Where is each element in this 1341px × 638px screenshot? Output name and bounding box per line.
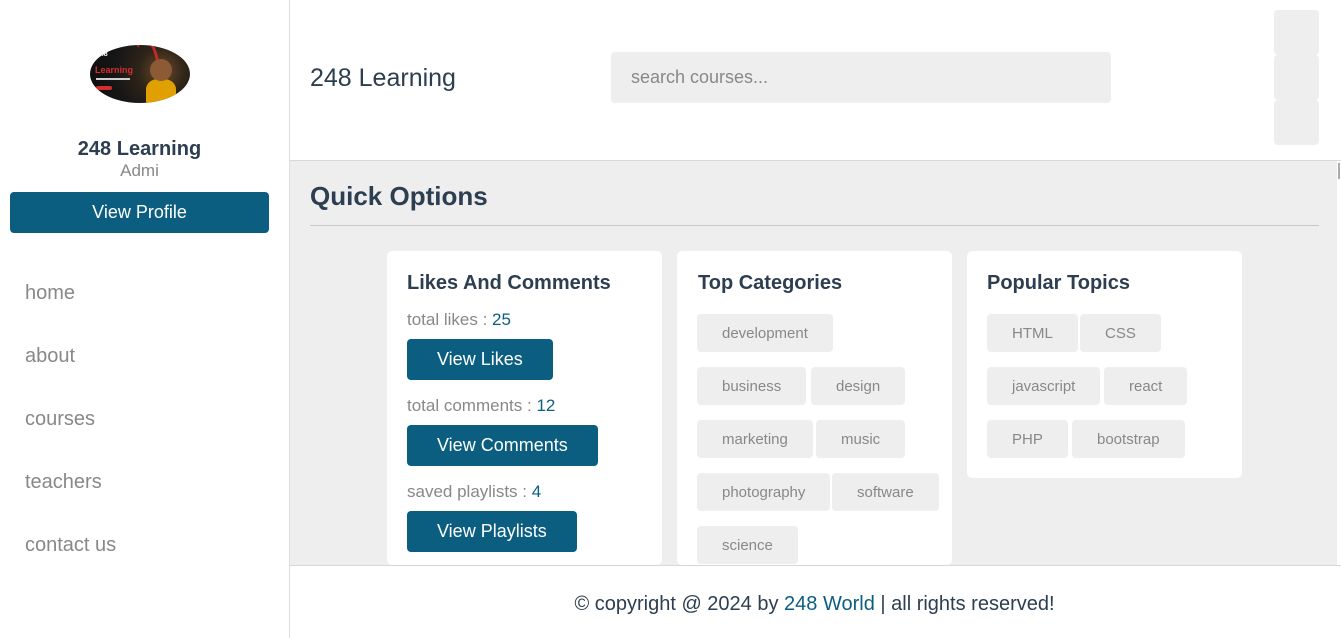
view-playlists-button[interactable]: View Playlists: [407, 511, 577, 552]
sidebar: 248 Learning 248 Learning Admi View Prof…: [0, 0, 290, 638]
avatar-word: Learning: [95, 65, 134, 75]
stat-label: saved playlists :: [407, 482, 532, 501]
topic-tag-bootstrap[interactable]: bootstrap: [1072, 420, 1185, 458]
nav-item-about[interactable]: about: [25, 345, 75, 368]
stat-label: total comments :: [407, 396, 537, 415]
footer-prefix: © copyright @ 2024 by: [574, 593, 785, 615]
profile-name: 248 Learning: [77, 138, 202, 160]
footer-link-248-world[interactable]: 248 World: [784, 593, 875, 615]
footer-suffix: | all rights reserved!: [874, 593, 1055, 615]
nav-item-courses[interactable]: courses: [25, 408, 95, 431]
section-divider: [310, 225, 1319, 226]
nav-item-home[interactable]: home: [25, 282, 75, 305]
topic-tag-css[interactable]: CSS: [1080, 314, 1161, 352]
category-tag-business[interactable]: business: [697, 367, 807, 405]
profile-role: Admi: [120, 161, 159, 180]
saved-playlists-stat: saved playlists : 4: [407, 482, 541, 502]
scrollbar-thumb[interactable]: [1338, 163, 1340, 179]
nav-item-contact-us[interactable]: contact us: [25, 534, 116, 557]
avatar-pill: [96, 86, 112, 90]
total-likes-stat: total likes : 25: [407, 310, 511, 330]
category-tag-science[interactable]: science: [697, 526, 798, 564]
card-title: Likes And Comments: [407, 272, 611, 294]
header: 248 Learning: [290, 0, 1341, 161]
total-comments-stat: total comments : 12: [407, 396, 555, 416]
category-tag-design[interactable]: design: [811, 367, 906, 405]
category-tag-music[interactable]: music: [816, 420, 906, 458]
avatar-subline: [96, 78, 130, 80]
search-icon[interactable]: [1274, 55, 1319, 100]
search-input[interactable]: [611, 52, 1111, 103]
view-profile-button[interactable]: View Profile: [10, 192, 269, 233]
topic-tag-php[interactable]: PHP: [987, 420, 1068, 458]
topic-tag-html[interactable]: HTML: [987, 314, 1078, 352]
footer-copyright: © copyright @ 2024 by 248 World | all ri…: [290, 593, 1339, 616]
category-tag-photography[interactable]: photography: [697, 473, 831, 511]
view-comments-button[interactable]: View Comments: [407, 425, 598, 466]
nav-item-teachers[interactable]: teachers: [25, 471, 102, 494]
top-categories-card: Top Categories development business desi…: [677, 251, 952, 565]
category-tag-software[interactable]: software: [832, 473, 939, 511]
category-tag-development[interactable]: development: [697, 314, 833, 352]
site-title: 248 Learning: [310, 64, 456, 92]
card-title: Top Categories: [698, 272, 843, 294]
stat-label: total likes :: [407, 310, 493, 329]
view-likes-button[interactable]: View Likes: [407, 339, 553, 380]
stat-value: 25: [492, 310, 511, 329]
stat-value: 12: [536, 396, 556, 415]
avatar-person-body: [146, 79, 176, 103]
footer: © copyright @ 2024 by 248 World | all ri…: [290, 565, 1341, 638]
likes-comments-card: Likes And Comments total likes : 25 View…: [387, 251, 662, 565]
scrollbar[interactable]: [1337, 161, 1341, 565]
stat-value: 4: [531, 482, 542, 501]
card-title: Popular Topics: [987, 272, 1130, 294]
category-tag-marketing[interactable]: marketing: [697, 420, 813, 458]
avatar: 248 Learning: [90, 45, 190, 103]
avatar-number: 248: [96, 51, 108, 58]
menu-icon[interactable]: [1274, 10, 1319, 55]
section-title: Quick Options: [310, 181, 488, 211]
avatar-person-head: [150, 59, 172, 81]
topic-tag-react[interactable]: react: [1104, 367, 1188, 405]
popular-topics-card: Popular Topics HTML CSS javascript react…: [967, 251, 1242, 478]
topic-tag-javascript[interactable]: javascript: [987, 367, 1101, 405]
user-icon[interactable]: [1274, 100, 1319, 145]
